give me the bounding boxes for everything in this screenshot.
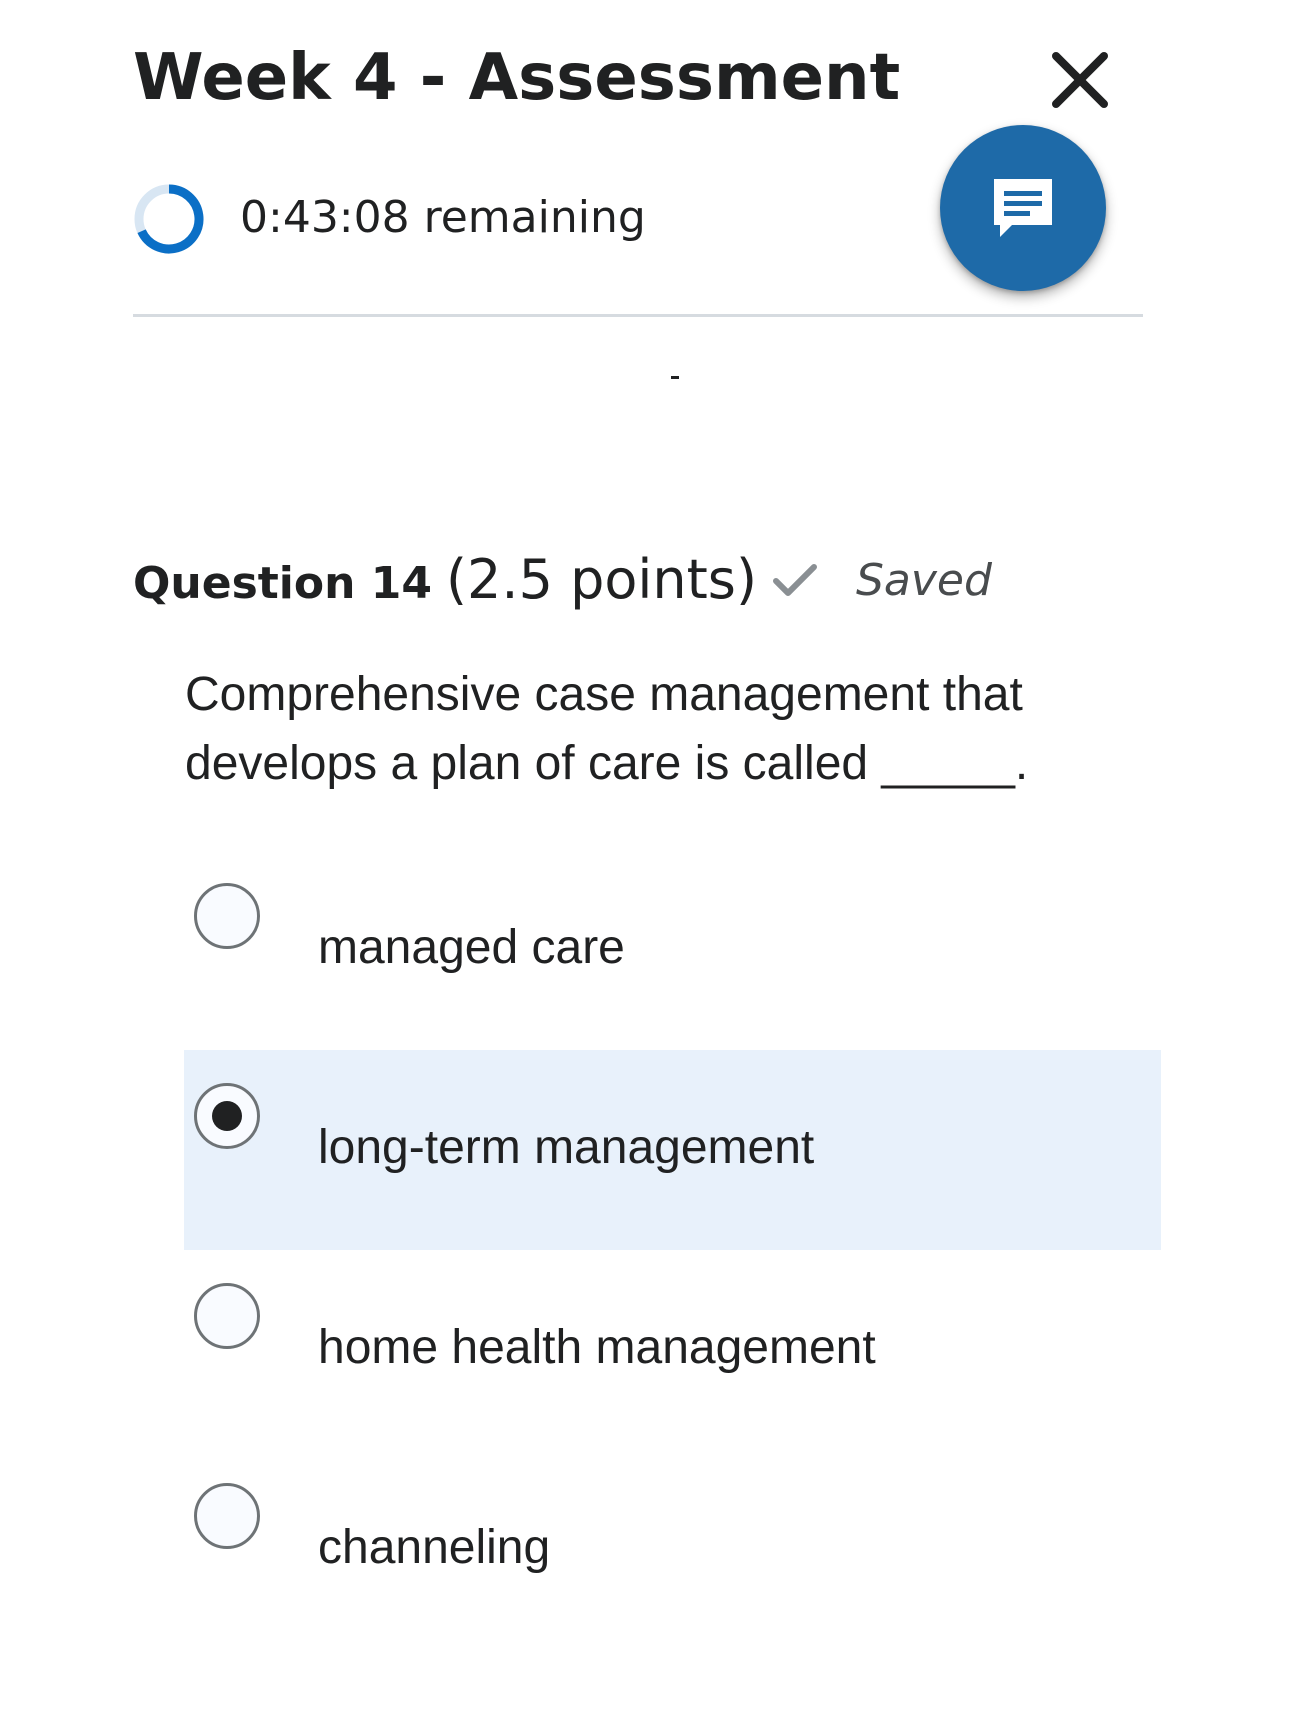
scroll-marker bbox=[671, 376, 679, 379]
close-button[interactable] bbox=[1040, 40, 1120, 120]
timer-progress-icon bbox=[134, 184, 204, 254]
radio-button[interactable] bbox=[194, 883, 260, 949]
radio-button-selected[interactable] bbox=[194, 1083, 260, 1149]
saved-label: Saved bbox=[856, 555, 992, 606]
answer-option-4[interactable]: channeling bbox=[184, 1450, 1161, 1650]
answer-option-1[interactable]: managed care bbox=[184, 850, 1161, 1050]
feedback-button[interactable] bbox=[940, 125, 1106, 291]
close-icon bbox=[1052, 52, 1108, 108]
radio-button[interactable] bbox=[194, 1283, 260, 1349]
radio-button[interactable] bbox=[194, 1483, 260, 1549]
message-icon bbox=[994, 179, 1052, 237]
option-label: managed care bbox=[318, 921, 625, 974]
question-points: (2.5 points) bbox=[445, 548, 758, 611]
question-prompt: Comprehensive case management that devel… bbox=[185, 668, 1029, 790]
option-label: channeling bbox=[318, 1521, 551, 1574]
page-title: Week 4 - Assessment bbox=[133, 41, 901, 115]
header-divider bbox=[133, 314, 1143, 317]
option-label: long-term management bbox=[318, 1121, 815, 1174]
answer-option-3[interactable]: home health management bbox=[184, 1250, 1161, 1450]
saved-status: Saved bbox=[772, 555, 992, 606]
time-remaining: 0:43:08 remaining bbox=[240, 192, 646, 243]
answer-option-2[interactable]: long-term management bbox=[184, 1050, 1161, 1250]
question-number: Question 14 bbox=[133, 558, 432, 609]
radio-selected-dot bbox=[212, 1101, 242, 1131]
question-header: Question 14 (2.5 points) bbox=[133, 548, 757, 611]
option-label: home health management bbox=[318, 1321, 876, 1374]
checkmark-icon bbox=[773, 563, 817, 596]
